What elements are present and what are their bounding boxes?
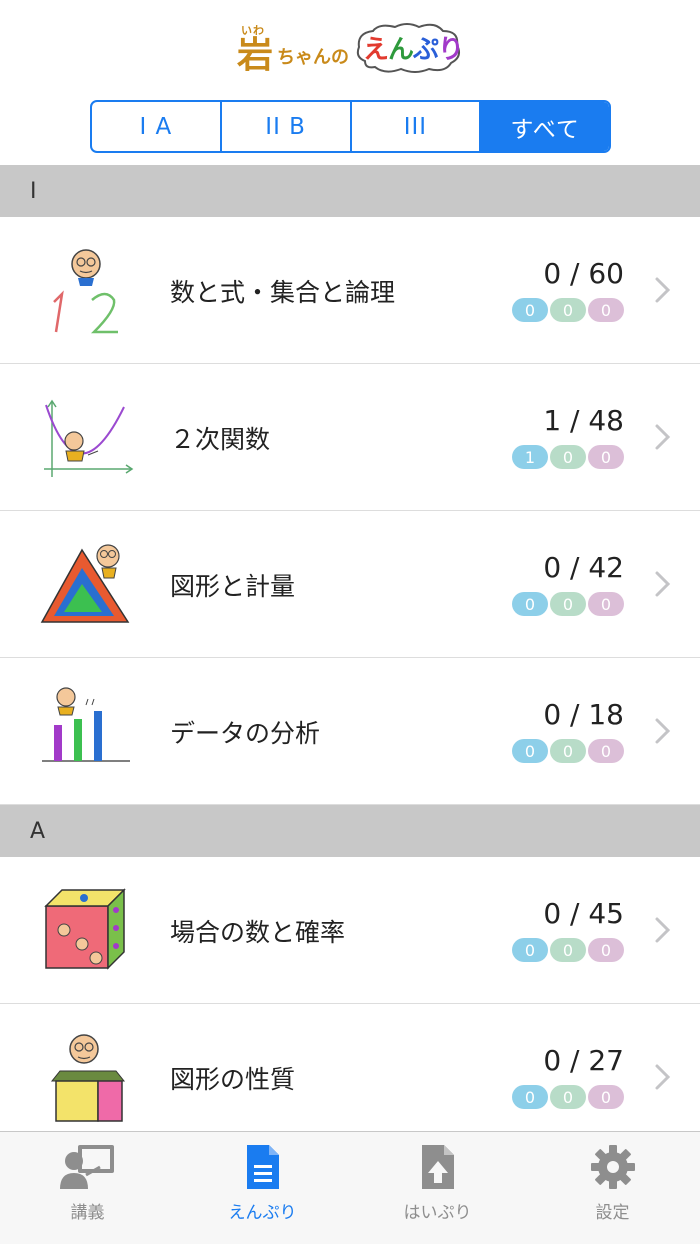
badge-green: 0 <box>550 445 586 469</box>
section-header-i: I <box>0 165 700 217</box>
topic-title: 図形の性質 <box>170 1065 296 1094</box>
badge-green: 0 <box>550 739 586 763</box>
document-icon <box>235 1142 291 1192</box>
logo-cloud: えんぷり <box>355 21 464 73</box>
progress-count: 0 / 27 <box>543 1044 624 1077</box>
chevron-right-icon <box>655 917 671 943</box>
badge-pink: 0 <box>588 445 624 469</box>
logo-mid-text: ちゃんの <box>277 47 349 68</box>
upload-document-icon <box>410 1142 466 1192</box>
app-logo: いわ 岩 ちゃんの えんぷり <box>236 21 464 76</box>
topic-title: ２次関数 <box>170 425 271 454</box>
progress-count: 0 / 42 <box>543 551 624 584</box>
numbers-1-2-illustration-icon <box>53 249 118 334</box>
bottom-tab-bar: 講義 えんぷり はいぷり 設定 <box>0 1131 700 1244</box>
section-header-a: A <box>0 805 700 857</box>
gear-icon <box>585 1142 641 1192</box>
badge-blue: 0 <box>512 739 548 763</box>
badge-blue: 0 <box>512 592 548 616</box>
tab-label: 講義 <box>70 1203 105 1223</box>
topic-title: 場合の数と確率 <box>170 918 346 947</box>
tab-label: えんぷり <box>228 1203 297 1223</box>
topic-row[interactable]: 図形と計量 0 / 42 0 0 0 <box>0 511 700 658</box>
app-header: いわ 岩 ちゃんの えんぷり <box>0 0 700 88</box>
badge-green: 0 <box>550 1085 586 1109</box>
topic-title: データの分析 <box>170 719 321 748</box>
topic-list: I 数と式・集合と論理 0 / 60 0 0 0 ２次関数 1 / 48 1 0… <box>0 165 700 1151</box>
topic-title: 図形と計量 <box>170 572 296 601</box>
segment-all[interactable]: すべて <box>481 102 609 151</box>
chevron-right-icon <box>655 277 671 303</box>
badge-pink: 0 <box>588 592 624 616</box>
topic-row[interactable]: 数と式・集合と論理 0 / 60 0 0 0 <box>0 217 700 364</box>
badge-green: 0 <box>550 298 586 322</box>
segment-iii[interactable]: III <box>352 102 482 151</box>
status-badges: 0 0 0 <box>512 739 624 763</box>
tab-lecture[interactable]: 講義 <box>0 1132 175 1244</box>
progress-count: 0 / 18 <box>543 698 624 731</box>
chevron-right-icon <box>655 1064 671 1090</box>
segment-ia[interactable]: I A <box>92 102 222 151</box>
tab-haipuri[interactable]: はいぷり <box>350 1132 525 1244</box>
course-segmented-control: I A II B III すべて <box>90 100 611 153</box>
chevron-right-icon <box>655 424 671 450</box>
status-badges: 0 0 0 <box>512 592 624 616</box>
badge-green: 0 <box>550 592 586 616</box>
badge-blue: 0 <box>512 298 548 322</box>
logo-ruby: いわ <box>240 24 265 37</box>
tab-label: はいぷり <box>403 1203 472 1223</box>
badge-green: 0 <box>550 938 586 962</box>
topic-row[interactable]: ２次関数 1 / 48 1 0 0 <box>0 364 700 511</box>
logo-kanji: いわ 岩 <box>236 24 273 76</box>
bar-data-illustration-icon <box>42 687 130 762</box>
logo-app-name: えんぷり <box>363 35 464 65</box>
badge-pink: 0 <box>588 1085 624 1109</box>
parabola-graph-illustration-icon <box>44 399 134 477</box>
tab-label: 設定 <box>595 1203 630 1223</box>
dice-cube-illustration-icon <box>44 888 126 970</box>
lecture-icon <box>59 1142 116 1192</box>
segment-iib[interactable]: II B <box>222 102 352 151</box>
badge-pink: 0 <box>588 739 624 763</box>
badge-blue: 0 <box>512 938 548 962</box>
chevron-right-icon <box>655 718 671 744</box>
badge-blue: 1 <box>512 445 548 469</box>
progress-count: 0 / 60 <box>543 257 624 290</box>
status-badges: 1 0 0 <box>512 445 624 469</box>
progress-count: 0 / 45 <box>543 897 624 930</box>
topic-row[interactable]: 図形の性質 0 / 27 0 0 0 <box>0 1004 700 1151</box>
chevron-right-icon <box>655 571 671 597</box>
badge-blue: 0 <box>512 1085 548 1109</box>
tab-settings[interactable]: 設定 <box>525 1132 700 1244</box>
geometry-box-illustration-icon <box>50 1034 126 1122</box>
topic-row[interactable]: 場合の数と確率 0 / 45 0 0 0 <box>0 857 700 1004</box>
status-badges: 0 0 0 <box>512 298 624 322</box>
topic-title: 数と式・集合と論理 <box>170 278 396 307</box>
triangle-illustration-icon <box>40 544 130 623</box>
progress-count: 1 / 48 <box>543 404 624 437</box>
status-badges: 0 0 0 <box>512 938 624 962</box>
tab-enpuri[interactable]: えんぷり <box>175 1132 350 1244</box>
badge-pink: 0 <box>588 298 624 322</box>
badge-pink: 0 <box>588 938 624 962</box>
topic-row[interactable]: データの分析 0 / 18 0 0 0 <box>0 658 700 805</box>
status-badges: 0 0 0 <box>512 1085 624 1109</box>
